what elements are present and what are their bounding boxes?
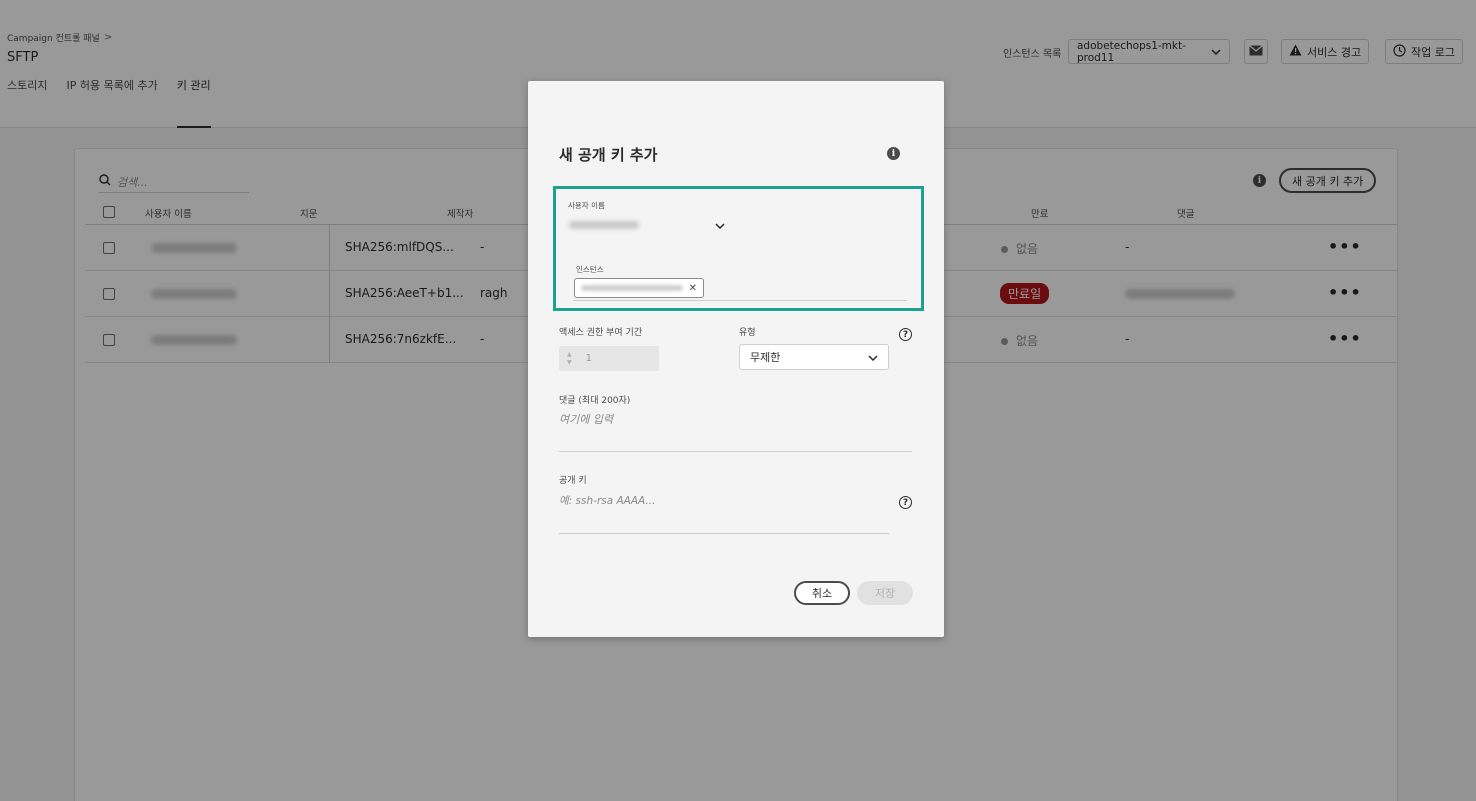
instance-tag[interactable]: ✕ [574, 278, 704, 298]
public-key-label: 공개 키 [559, 476, 587, 486]
public-key-input[interactable]: 예: ssh-rsa AAAA... [559, 493, 655, 508]
add-public-key-dialog: 새 공개 키 추가 i 사용자 이름 인스턴스 ✕ 액세스 권한 부여 기간 ▲… [528, 81, 944, 637]
comment-label: 댓글 (최대 200자) [559, 396, 631, 406]
stepper-arrows-icon[interactable]: ▲ ▼ [567, 351, 572, 367]
save-button[interactable]: 저장 [857, 581, 913, 605]
close-icon[interactable]: ✕ [689, 283, 697, 294]
type-select-value: 무제한 [750, 351, 781, 364]
comment-input[interactable]: 여기에 입력 [559, 411, 613, 427]
username-label: 사용자 이름 [568, 201, 605, 210]
instance-field-underline [573, 300, 907, 301]
comment-input-underline [559, 451, 912, 452]
access-duration-label: 액세스 권한 부여 기간 [559, 328, 643, 338]
access-duration-stepper[interactable]: ▲ ▼ 1 [559, 346, 659, 371]
info-icon[interactable]: i [887, 147, 900, 160]
username-select[interactable] [569, 218, 725, 232]
type-select[interactable]: 무제한 [739, 344, 889, 370]
type-label: 유형 [739, 328, 756, 338]
chevron-down-icon [868, 351, 878, 364]
public-key-input-underline [559, 533, 889, 534]
cancel-button[interactable]: 취소 [794, 581, 850, 605]
dialog-title: 새 공개 키 추가 [559, 146, 658, 164]
username-value-redacted [569, 221, 639, 229]
instance-label: 인스턴스 [576, 265, 604, 274]
help-icon[interactable]: ? [899, 496, 912, 509]
help-icon[interactable]: ? [899, 328, 912, 341]
access-duration-value: 1 [585, 353, 592, 364]
instance-tag-value-redacted [581, 285, 683, 291]
chevron-down-icon [715, 219, 725, 232]
